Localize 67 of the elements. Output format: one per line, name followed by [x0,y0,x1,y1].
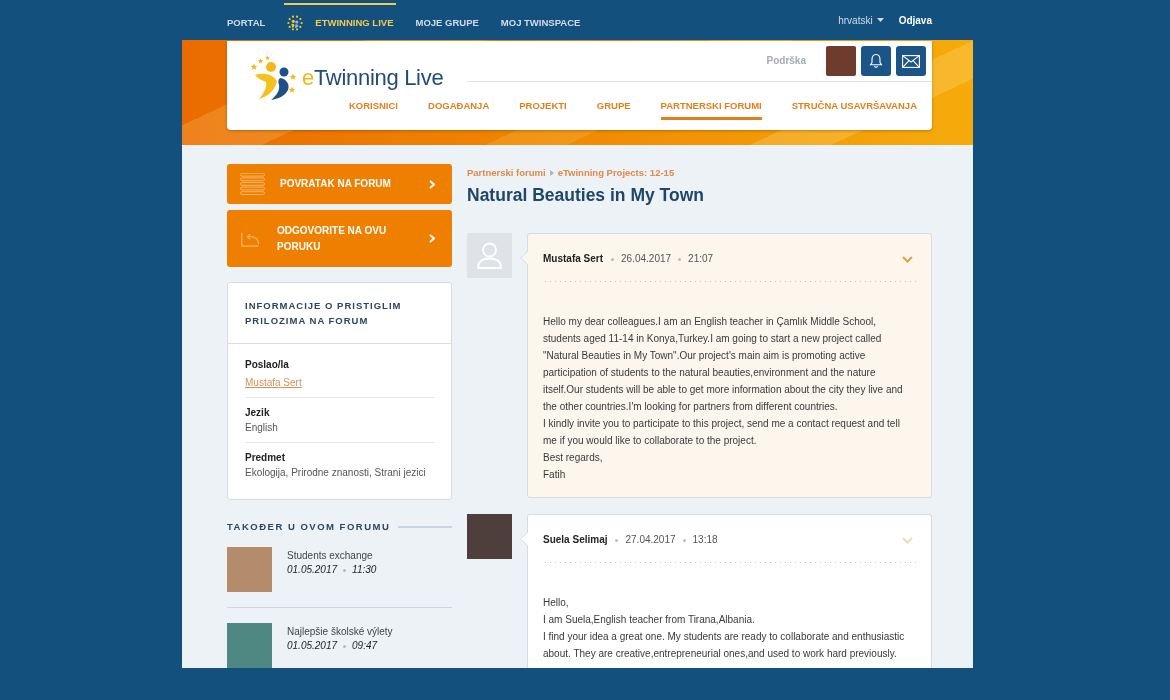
caret-down-icon [876,18,884,22]
post-text: Hello my dear colleagues.I am an English teacher in Çamlık Middle School, students aged 11-14 in Konya,Turkey.I am going to start a new project called "Natural Beauties in My Town".Our project's main aim is promoting active participation of students to the natural beauties,environment and the nature itself.Our students will be able to get more information about the city they live and the other countries.I'm looking for partners from different countries. [543,315,904,414]
chevron-down-icon[interactable] [902,255,913,263]
forum-back-button[interactable]: POVRATAK NA FORUM [227,164,452,204]
chevron-right-icon [429,234,435,243]
author-name[interactable]: Mustafa Sert [543,251,603,267]
info-title: INFORMACIJE O PRISTIGLIM PRILOZIMA NA FORUM [245,299,403,328]
separator-dot-icon [678,257,682,261]
bell-icon [868,53,884,69]
post-date: 27.04.2017 [625,533,676,547]
separator-dot-icon [343,644,347,648]
field-label: Predmet [245,451,286,465]
list-icon [240,173,265,195]
nav-link[interactable]: PORTAL [224,3,269,40]
post-time: 13:18 [692,533,718,547]
field-value: English [245,421,279,435]
thread-link[interactable]: Students exchange [287,549,377,563]
notifications-button[interactable] [861,46,891,76]
photo-placeholder [467,514,512,559]
nav-tab[interactable]: DOGAĐANJA [428,99,490,120]
post-text: I find your idea a great one. My students are ready to collaborate and enthusiastic about. They are creative,entrepreneurial ones,and used to work hard previously. [543,630,906,661]
post-time: 11:30 [352,563,377,577]
language-selector[interactable]: hrvatski [838,14,884,26]
reply-button[interactable]: ODGOVORITE NA OVU PORUKU [227,210,452,267]
logout-link[interactable]: Odjava [898,14,932,26]
post-text: I kindly invite you to participate to this project, send me a contact request and tell me if you would like to collaborate to the project. [543,417,901,448]
nav-tab[interactable]: STRUČNA USAVRŠAVANJA [791,99,917,120]
post-time: 21:07 [688,252,714,266]
section-title: TAKOĐER U OVOM FORUMU [227,520,391,533]
photo-placeholder [227,623,272,668]
field-label: Poslao/la [245,358,290,372]
field-value: Ekologija, Prirodne znanosti, Strani jezici [245,466,427,480]
post-date: 01.05.2017 [287,639,338,653]
breadcrumb-link[interactable]: Partnerski forumi [467,166,546,180]
mail-icon [902,54,920,68]
author-name[interactable]: Suela Selimaj [543,532,608,548]
field-label: Jezik [245,406,271,420]
post-date: 01.05.2017 [287,563,338,577]
separator-dot-icon [611,257,614,261]
post-text: Hello, [543,596,570,610]
logo-icon [287,14,304,31]
thread-title: Natural Beauties in My Town [467,184,705,207]
thread-link[interactable]: Najlepšie školské výlety [287,625,393,639]
separator-dot-icon [343,568,347,572]
breadcrumb-caret-icon [549,170,554,176]
post-text: Fatih [543,468,567,482]
post-text: Best regards, [543,451,604,465]
chevron-right-icon [429,179,435,189]
post-date: 26.04.2017 [621,252,672,266]
nav-tab[interactable]: KORISNICI [348,99,398,120]
author-link[interactable]: Mustafa Sert [245,375,302,391]
breadcrumb-link[interactable]: eTwinning Projects: 12-15 [557,166,675,180]
chevron-down-icon[interactable] [902,536,913,544]
user-silhouette-icon [467,233,512,278]
nav-tab[interactable]: PROJEKTI [519,99,567,120]
photo-placeholder [227,547,272,592]
post-text: I am Suela,English teacher from Tirana,Albania. [543,613,756,627]
support-link[interactable]: Podrška [766,46,806,76]
nav-link[interactable]: MOJE GRUPE [412,3,482,40]
logo-text[interactable]: eTwinning Live [302,65,444,91]
nav-tab[interactable]: PARTNERSKI FORUMI [660,99,762,120]
post-time: 09:47 [352,639,378,653]
nav-tab[interactable]: GRUPE [596,99,631,120]
nav-link[interactable]: MOJ TWINSPACE [497,3,584,40]
separator-dot-icon [682,538,686,542]
separator-dot-icon [615,538,619,542]
messages-button[interactable] [896,46,926,76]
